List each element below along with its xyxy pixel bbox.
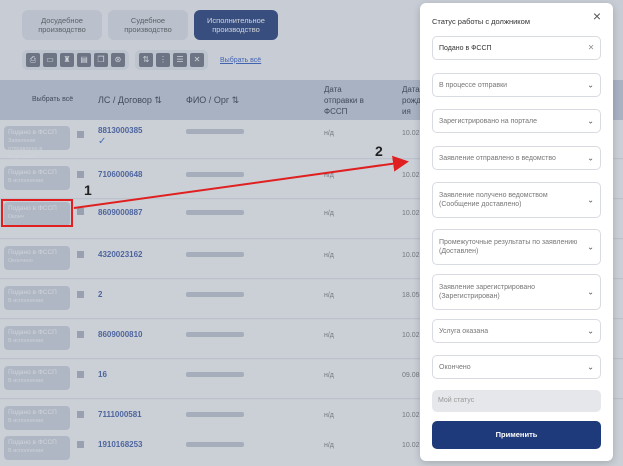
status-option-finished[interactable]: Окончено ⌄ <box>432 355 601 379</box>
status-option-service-provided[interactable]: Услуга оказана ⌄ <box>432 319 601 343</box>
chevron-down-icon: ⌄ <box>587 362 594 372</box>
chevron-down-icon: ⌄ <box>587 195 594 205</box>
my-status-input[interactable]: Мой статус <box>432 390 601 412</box>
chevron-down-icon: ⌄ <box>587 80 594 90</box>
chevron-down-icon: ⌄ <box>587 153 594 163</box>
chevron-down-icon: ⌄ <box>587 287 594 297</box>
clear-icon[interactable]: × <box>588 43 594 53</box>
apply-button[interactable]: Применить <box>432 421 601 449</box>
close-icon[interactable]: × <box>590 9 604 23</box>
selected-status-field[interactable]: Подано в ФССП × <box>432 36 601 60</box>
status-option-sending[interactable]: В процессе отправки ⌄ <box>432 73 601 97</box>
chevron-down-icon: ⌄ <box>587 116 594 126</box>
status-option-application-registered[interactable]: Заявление зарегистрировано (Зарегистриро… <box>432 274 601 310</box>
status-panel: Статус работы с должником × Подано в ФСС… <box>420 3 613 461</box>
chevron-down-icon: ⌄ <box>587 242 594 252</box>
chevron-down-icon: ⌄ <box>587 326 594 336</box>
status-option-registered-portal[interactable]: Зарегистрировано на портале ⌄ <box>432 109 601 133</box>
status-option-sent-to-agency[interactable]: Заявление отправлено в ведомство ⌄ <box>432 146 601 170</box>
panel-title: Статус работы с должником <box>432 17 530 26</box>
status-option-intermediate-results[interactable]: Промежуточные результаты по заявлению (Д… <box>432 229 601 265</box>
status-option-received-by-agency[interactable]: Заявление получено ведомством (Сообщение… <box>432 182 601 218</box>
